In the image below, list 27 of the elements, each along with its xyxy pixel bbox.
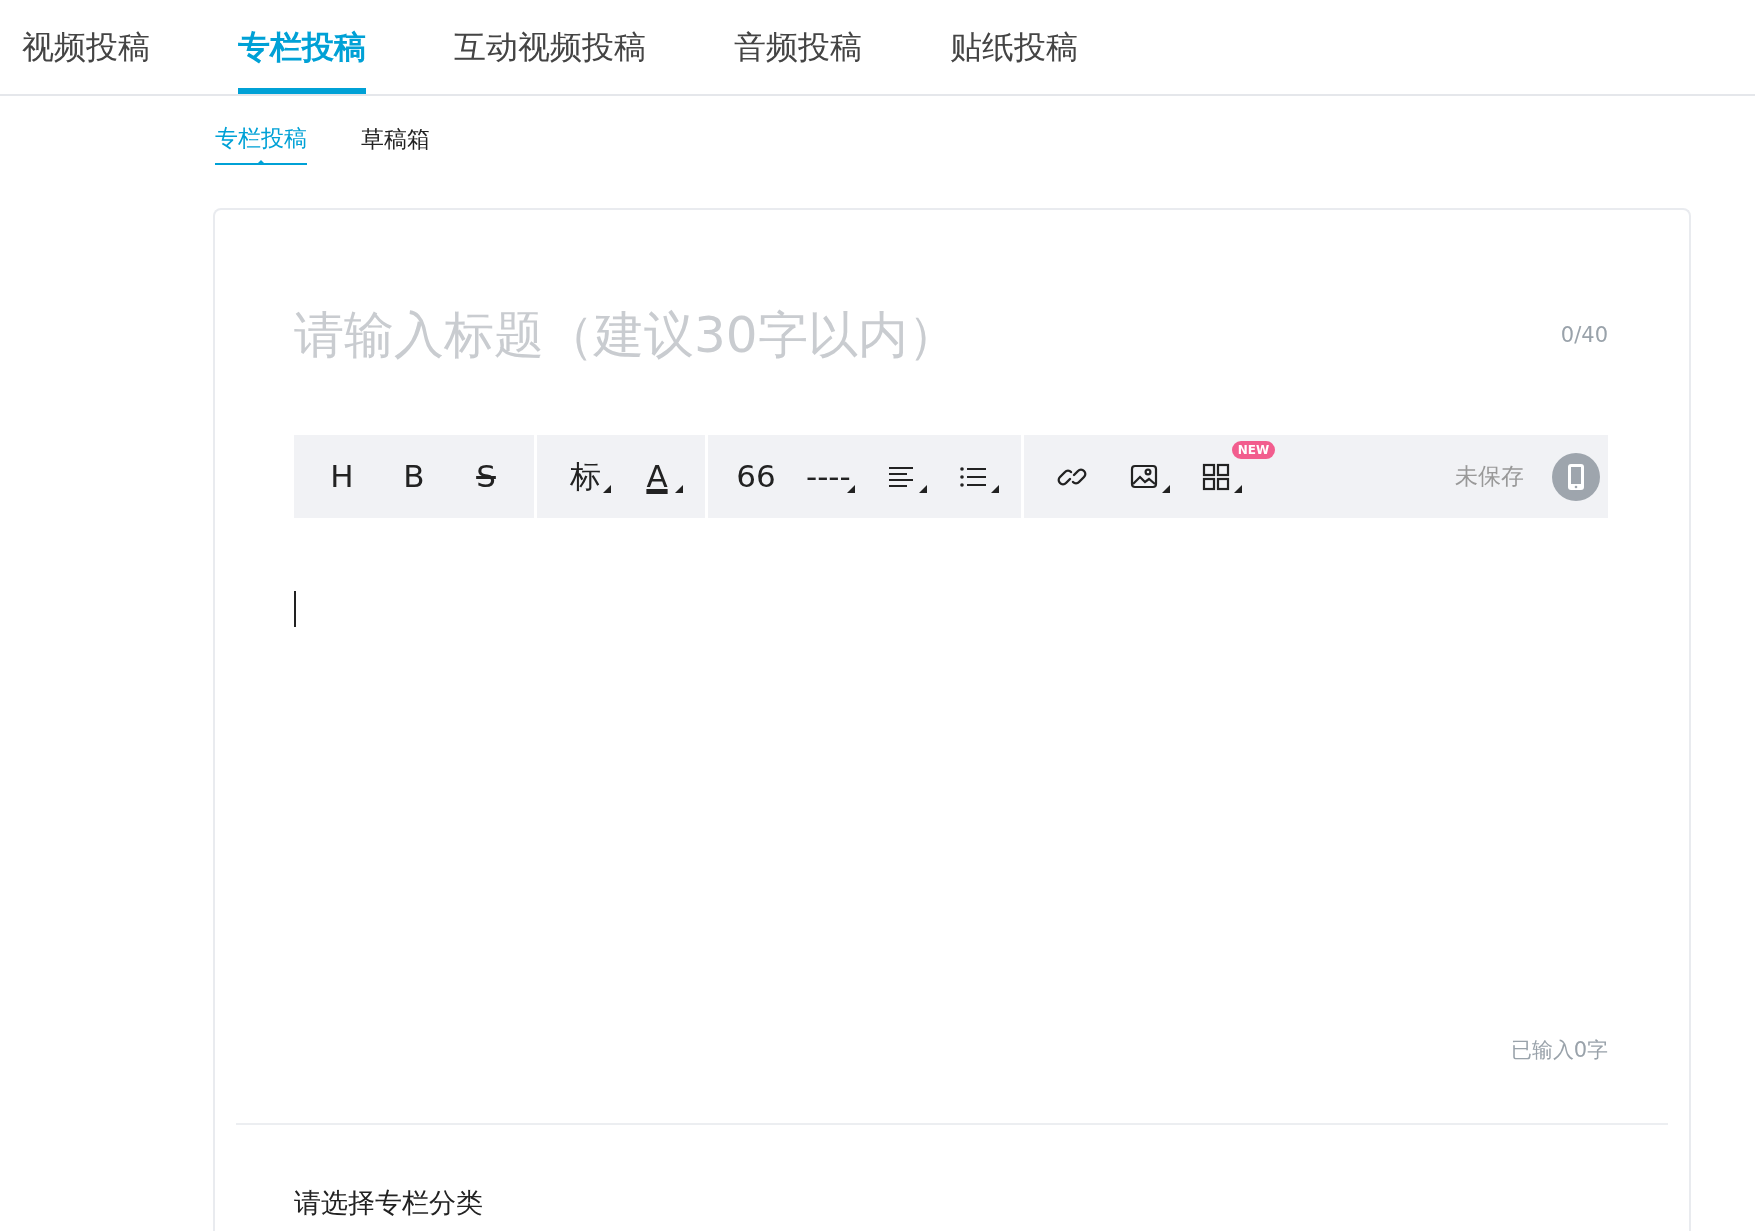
sub-tab[interactable]: 草稿箱 xyxy=(361,121,430,165)
dropdown-caret-icon xyxy=(1233,484,1242,493)
dropdown-caret-icon xyxy=(603,484,611,493)
dropdown-caret-icon xyxy=(990,484,999,493)
dropdown-caret-icon xyxy=(675,484,683,493)
font-color-button[interactable]: A xyxy=(629,448,685,505)
grid-icon xyxy=(1200,461,1231,492)
format-button[interactable]: H xyxy=(314,448,370,505)
text-cursor xyxy=(294,591,296,627)
nav-tab[interactable]: 视频投稿 xyxy=(22,0,150,94)
format-button[interactable]: B xyxy=(386,448,442,505)
dropdown-caret-icon xyxy=(1161,484,1170,493)
nav-tab[interactable]: 音频投稿 xyxy=(734,0,862,94)
phone-icon xyxy=(1567,462,1585,491)
strikethrough-button[interactable]: S xyxy=(458,448,514,505)
category-label: 请选择专栏分类 xyxy=(294,1185,484,1220)
dropdown-caret-icon xyxy=(918,484,927,493)
save-status: 未保存 xyxy=(1455,462,1524,492)
nav-tab[interactable]: 贴纸投稿 xyxy=(950,0,1078,94)
format-button[interactable]: 66 xyxy=(728,448,784,505)
format-button[interactable]: 标 xyxy=(557,448,613,505)
format-button[interactable]: ---- xyxy=(800,448,857,505)
nav-tab[interactable]: 互动视频投稿 xyxy=(454,0,646,94)
word-count: 已输入0字 xyxy=(1509,1037,1608,1064)
dropdown-caret-icon xyxy=(846,484,855,493)
new-badge: NEW xyxy=(1231,440,1276,459)
title-char-count: 0/40 xyxy=(1560,321,1608,349)
